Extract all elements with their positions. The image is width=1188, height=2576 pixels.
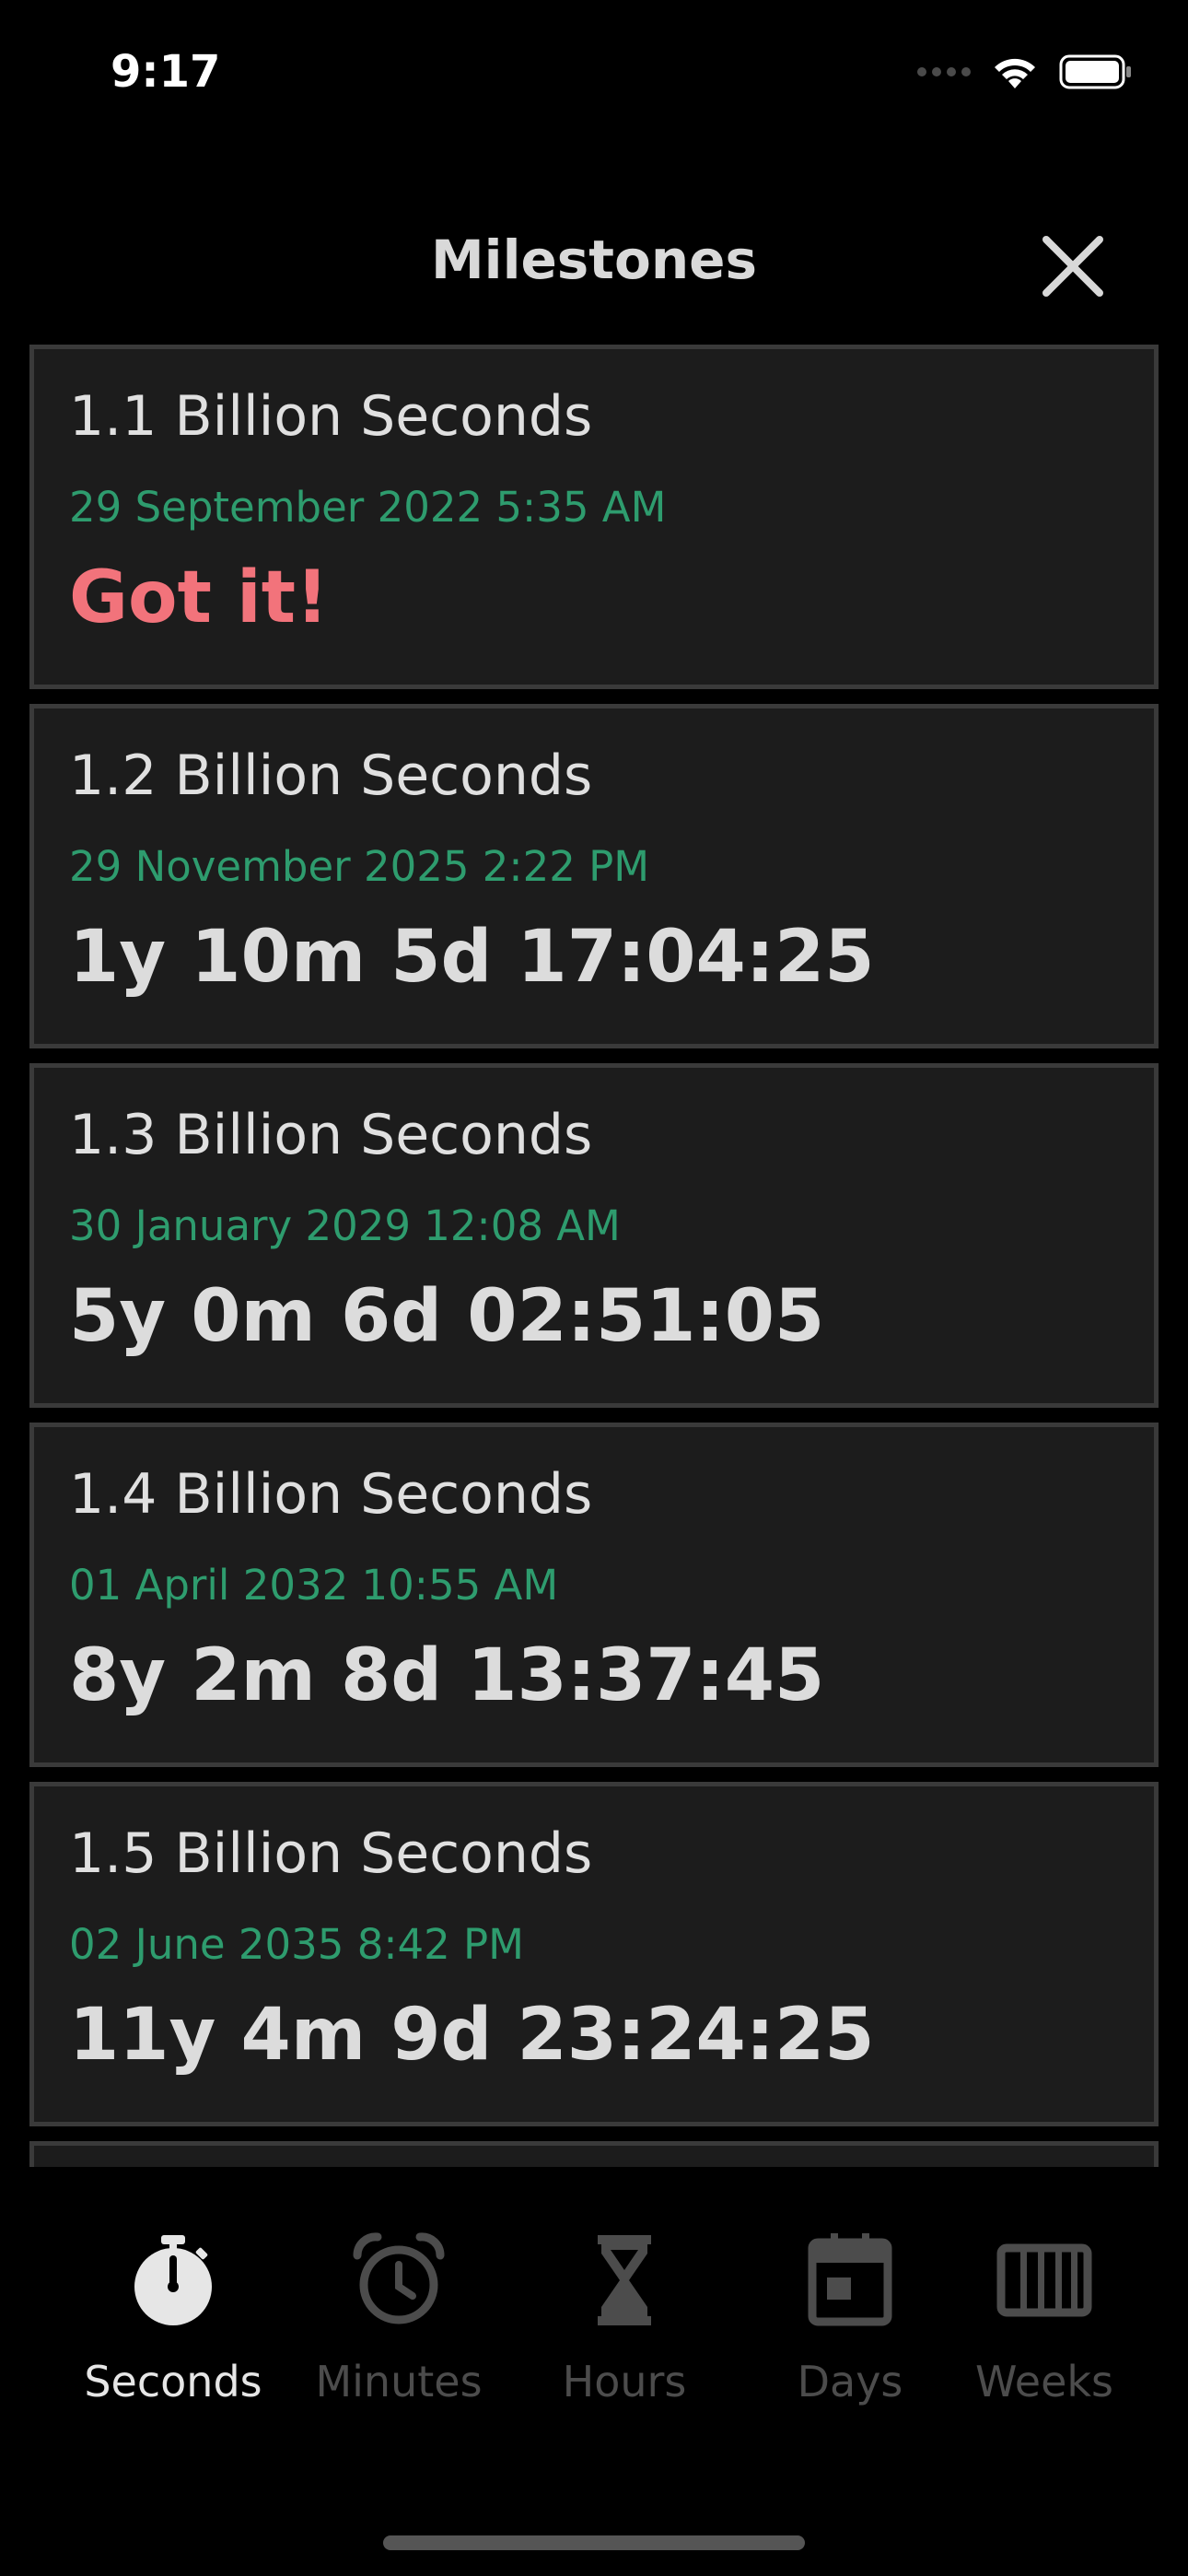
battery-icon [1059,54,1131,89]
tab-hours[interactable]: Hours [523,2211,726,2432]
tab-bar: Seconds Minutes Hours Days Weeks [0,2211,1188,2451]
hourglass-icon [598,2235,651,2325]
milestone-achieved-label: Got it! [69,556,329,639]
milestone-card[interactable]: 1.3 Billion Seconds 30 January 2029 12:0… [29,1063,1159,1408]
milestone-date: 30 January 2029 12:08 AM [69,1201,621,1250]
status-icons [917,53,1133,90]
milestones-list[interactable]: 1.1 Billion Seconds 29 September 2022 5:… [29,345,1159,2167]
milestone-title: 1.4 Billion Seconds [69,1462,593,1527]
alarm-clock-icon [353,2232,445,2324]
milestone-title: 1.1 Billion Seconds [69,384,593,449]
tab-seconds[interactable]: Seconds [72,2211,274,2432]
milestone-card-partial[interactable] [29,2141,1159,2167]
milestone-title: 1.2 Billion Seconds [69,744,593,808]
tab-weeks[interactable]: Weeks [943,2211,1146,2432]
stopwatch-icon [134,2235,212,2325]
signal-icon [917,67,971,76]
status-time: 9:17 [111,46,221,98]
milestone-countdown: 8y 2m 8d 13:37:45 [69,1634,825,1717]
status-bar: 9:17 [0,0,1188,138]
wifi-icon [995,58,1035,88]
milestone-card[interactable]: 1.5 Billion Seconds 02 June 2035 8:42 PM… [29,1782,1159,2126]
week-grid-icon [996,2243,1092,2317]
home-indicator [383,2535,805,2550]
milestone-card[interactable]: 1.1 Billion Seconds 29 September 2022 5:… [29,345,1159,689]
close-icon [1042,236,1103,297]
milestone-date: 02 June 2035 8:42 PM [69,1920,525,1969]
calendar-icon [808,2233,892,2326]
milestone-title: 1.5 Billion Seconds [69,1821,593,1886]
milestone-card[interactable]: 1.4 Billion Seconds 01 April 2032 10:55 … [29,1423,1159,1767]
milestone-card[interactable]: 1.2 Billion Seconds 29 November 2025 2:2… [29,704,1159,1048]
navigation-header: Milestones [0,212,1188,313]
milestone-countdown: 1y 10m 5d 17:04:25 [69,916,875,999]
close-button[interactable] [1031,225,1114,308]
tab-minutes[interactable]: Minutes [297,2211,500,2432]
milestone-date: 29 November 2025 2:22 PM [69,842,650,891]
milestone-title: 1.3 Billion Seconds [69,1103,593,1167]
milestone-countdown: 11y 4m 9d 23:24:25 [69,1994,875,2077]
page-title: Milestones [430,228,758,291]
milestone-date: 01 April 2032 10:55 AM [69,1561,559,1610]
milestone-countdown: 5y 0m 6d 02:51:05 [69,1275,825,1358]
tab-label: Weeks [975,2357,1113,2406]
milestone-date: 29 September 2022 5:35 AM [69,483,667,532]
